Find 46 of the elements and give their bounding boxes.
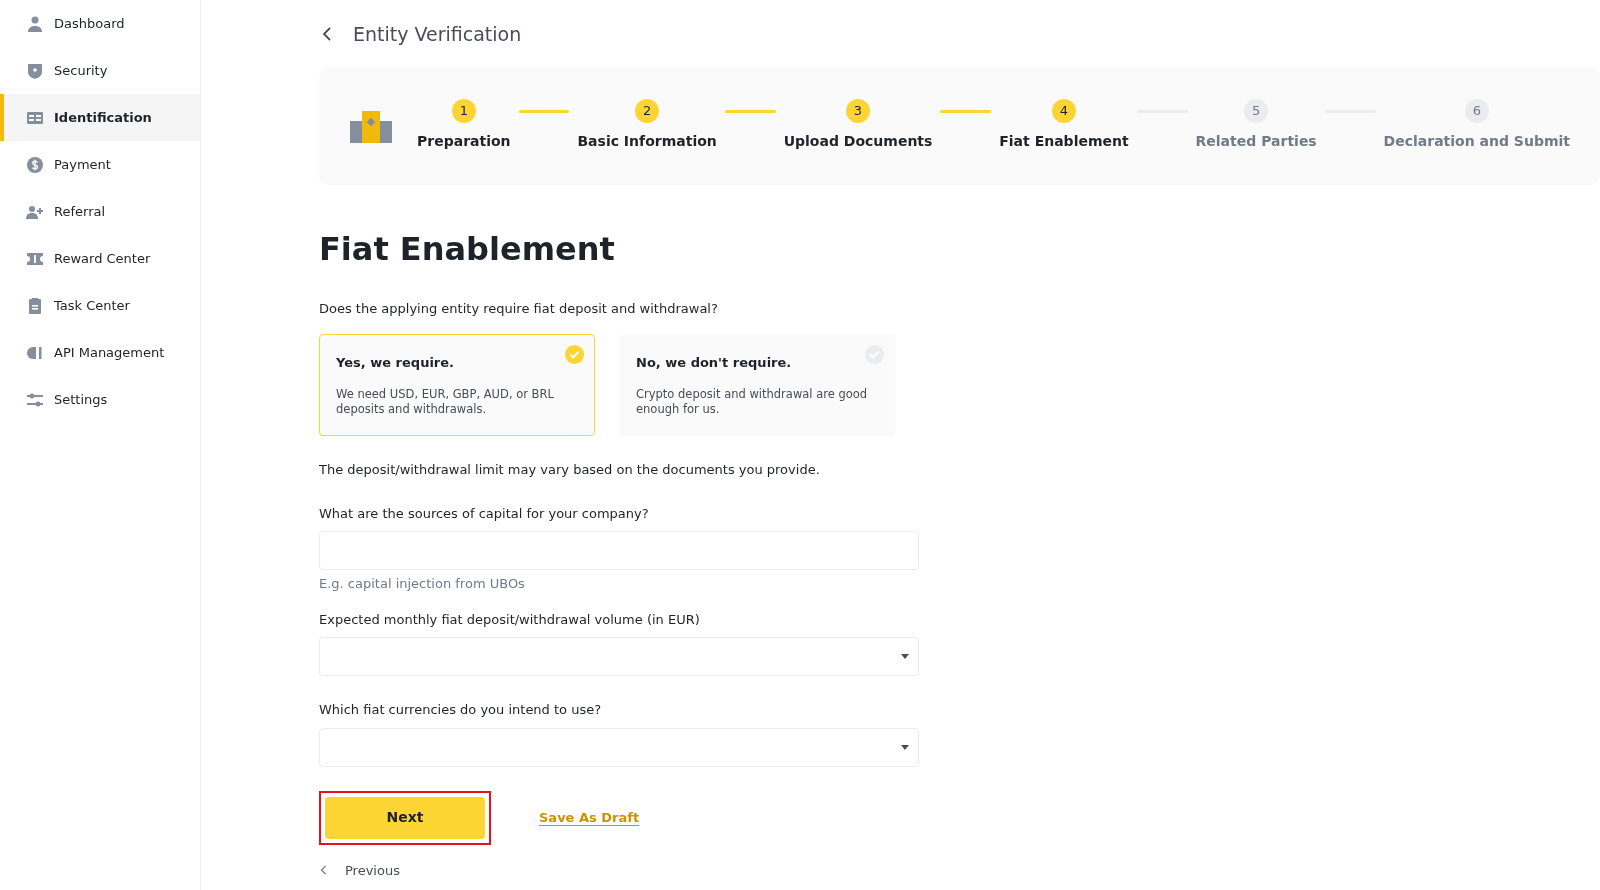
sidebar-item[interactable]: Referral <box>0 188 200 235</box>
step-label: Preparation <box>417 132 511 151</box>
step-number: 1 <box>451 99 476 123</box>
option-description: We need USD, EUR, GBP, AUD, or BRL deposits and withdrawals. <box>336 386 555 418</box>
step-label: Basic Information <box>577 132 717 151</box>
option-card[interactable]: Yes, we require. We need USD, EUR, GBP, AUD, or BRL deposits and withdrawals. <box>319 334 595 436</box>
dollar-coin-icon <box>26 155 44 174</box>
sidebar-item[interactable]: Settings <box>0 376 200 423</box>
sidebar-item[interactable]: Reward Center <box>0 235 200 282</box>
option-title: No, we don't require. <box>636 354 793 372</box>
caret-icon <box>900 652 910 661</box>
dropdown-field[interactable] <box>319 637 919 676</box>
option-description: Crypto deposit and withdrawal are good enough for us. <box>636 386 869 418</box>
field-label: Expected monthly fiat deposit/withdrawal volume (in EUR) <box>319 610 701 629</box>
step-number: 5 <box>1244 99 1269 123</box>
field-label: What are the sources of capital for your company? <box>319 504 650 523</box>
step-label: Related Parties <box>1195 132 1317 151</box>
page-header-title: Entity Verification <box>353 22 522 47</box>
step-label: Declaration and Submit <box>1383 132 1571 151</box>
note-text: The deposit/withdrawal limit may vary based on the documents you provide. <box>319 461 821 479</box>
shield-icon <box>26 61 44 80</box>
sidebar-item[interactable]: Security <box>0 47 200 94</box>
field-hint: E.g. capital injection from UBOs <box>319 575 526 593</box>
checkmark-icon <box>565 345 584 364</box>
step-number: 4 <box>1051 99 1076 123</box>
dropdown-field[interactable] <box>319 727 919 767</box>
page-title: Fiat Enablement <box>319 228 616 270</box>
step-number: 3 <box>846 99 870 123</box>
option-card[interactable]: No, we don't require. Crypto deposit and withdrawal are good enough for us. <box>619 334 895 436</box>
sidebar-item[interactable]: API Management <box>0 329 200 376</box>
previous-link[interactable]: Previous <box>319 860 400 880</box>
sidebar-item[interactable]: Dashboard <box>0 0 200 47</box>
sidebar-item[interactable]: Identification <box>0 94 200 141</box>
sidebar-item[interactable]: Payment <box>0 141 200 188</box>
caret-icon <box>900 742 910 752</box>
clipboard-icon <box>26 296 44 315</box>
step-label: Upload Documents <box>783 132 933 151</box>
step-label: Fiat Enablement <box>999 132 1129 151</box>
step-number: 2 <box>635 99 660 123</box>
sidebar-item[interactable]: Task Center <box>0 282 200 329</box>
step-number: 6 <box>1464 99 1489 123</box>
next-button[interactable]: Next <box>325 796 485 839</box>
question-text: Does the applying entity require fiat deposit and withdrawal? <box>319 299 719 318</box>
option-title: Yes, we require. <box>336 354 455 372</box>
field-label: Which fiat currencies do you intend to use? <box>319 701 603 719</box>
person-icon <box>26 14 44 33</box>
